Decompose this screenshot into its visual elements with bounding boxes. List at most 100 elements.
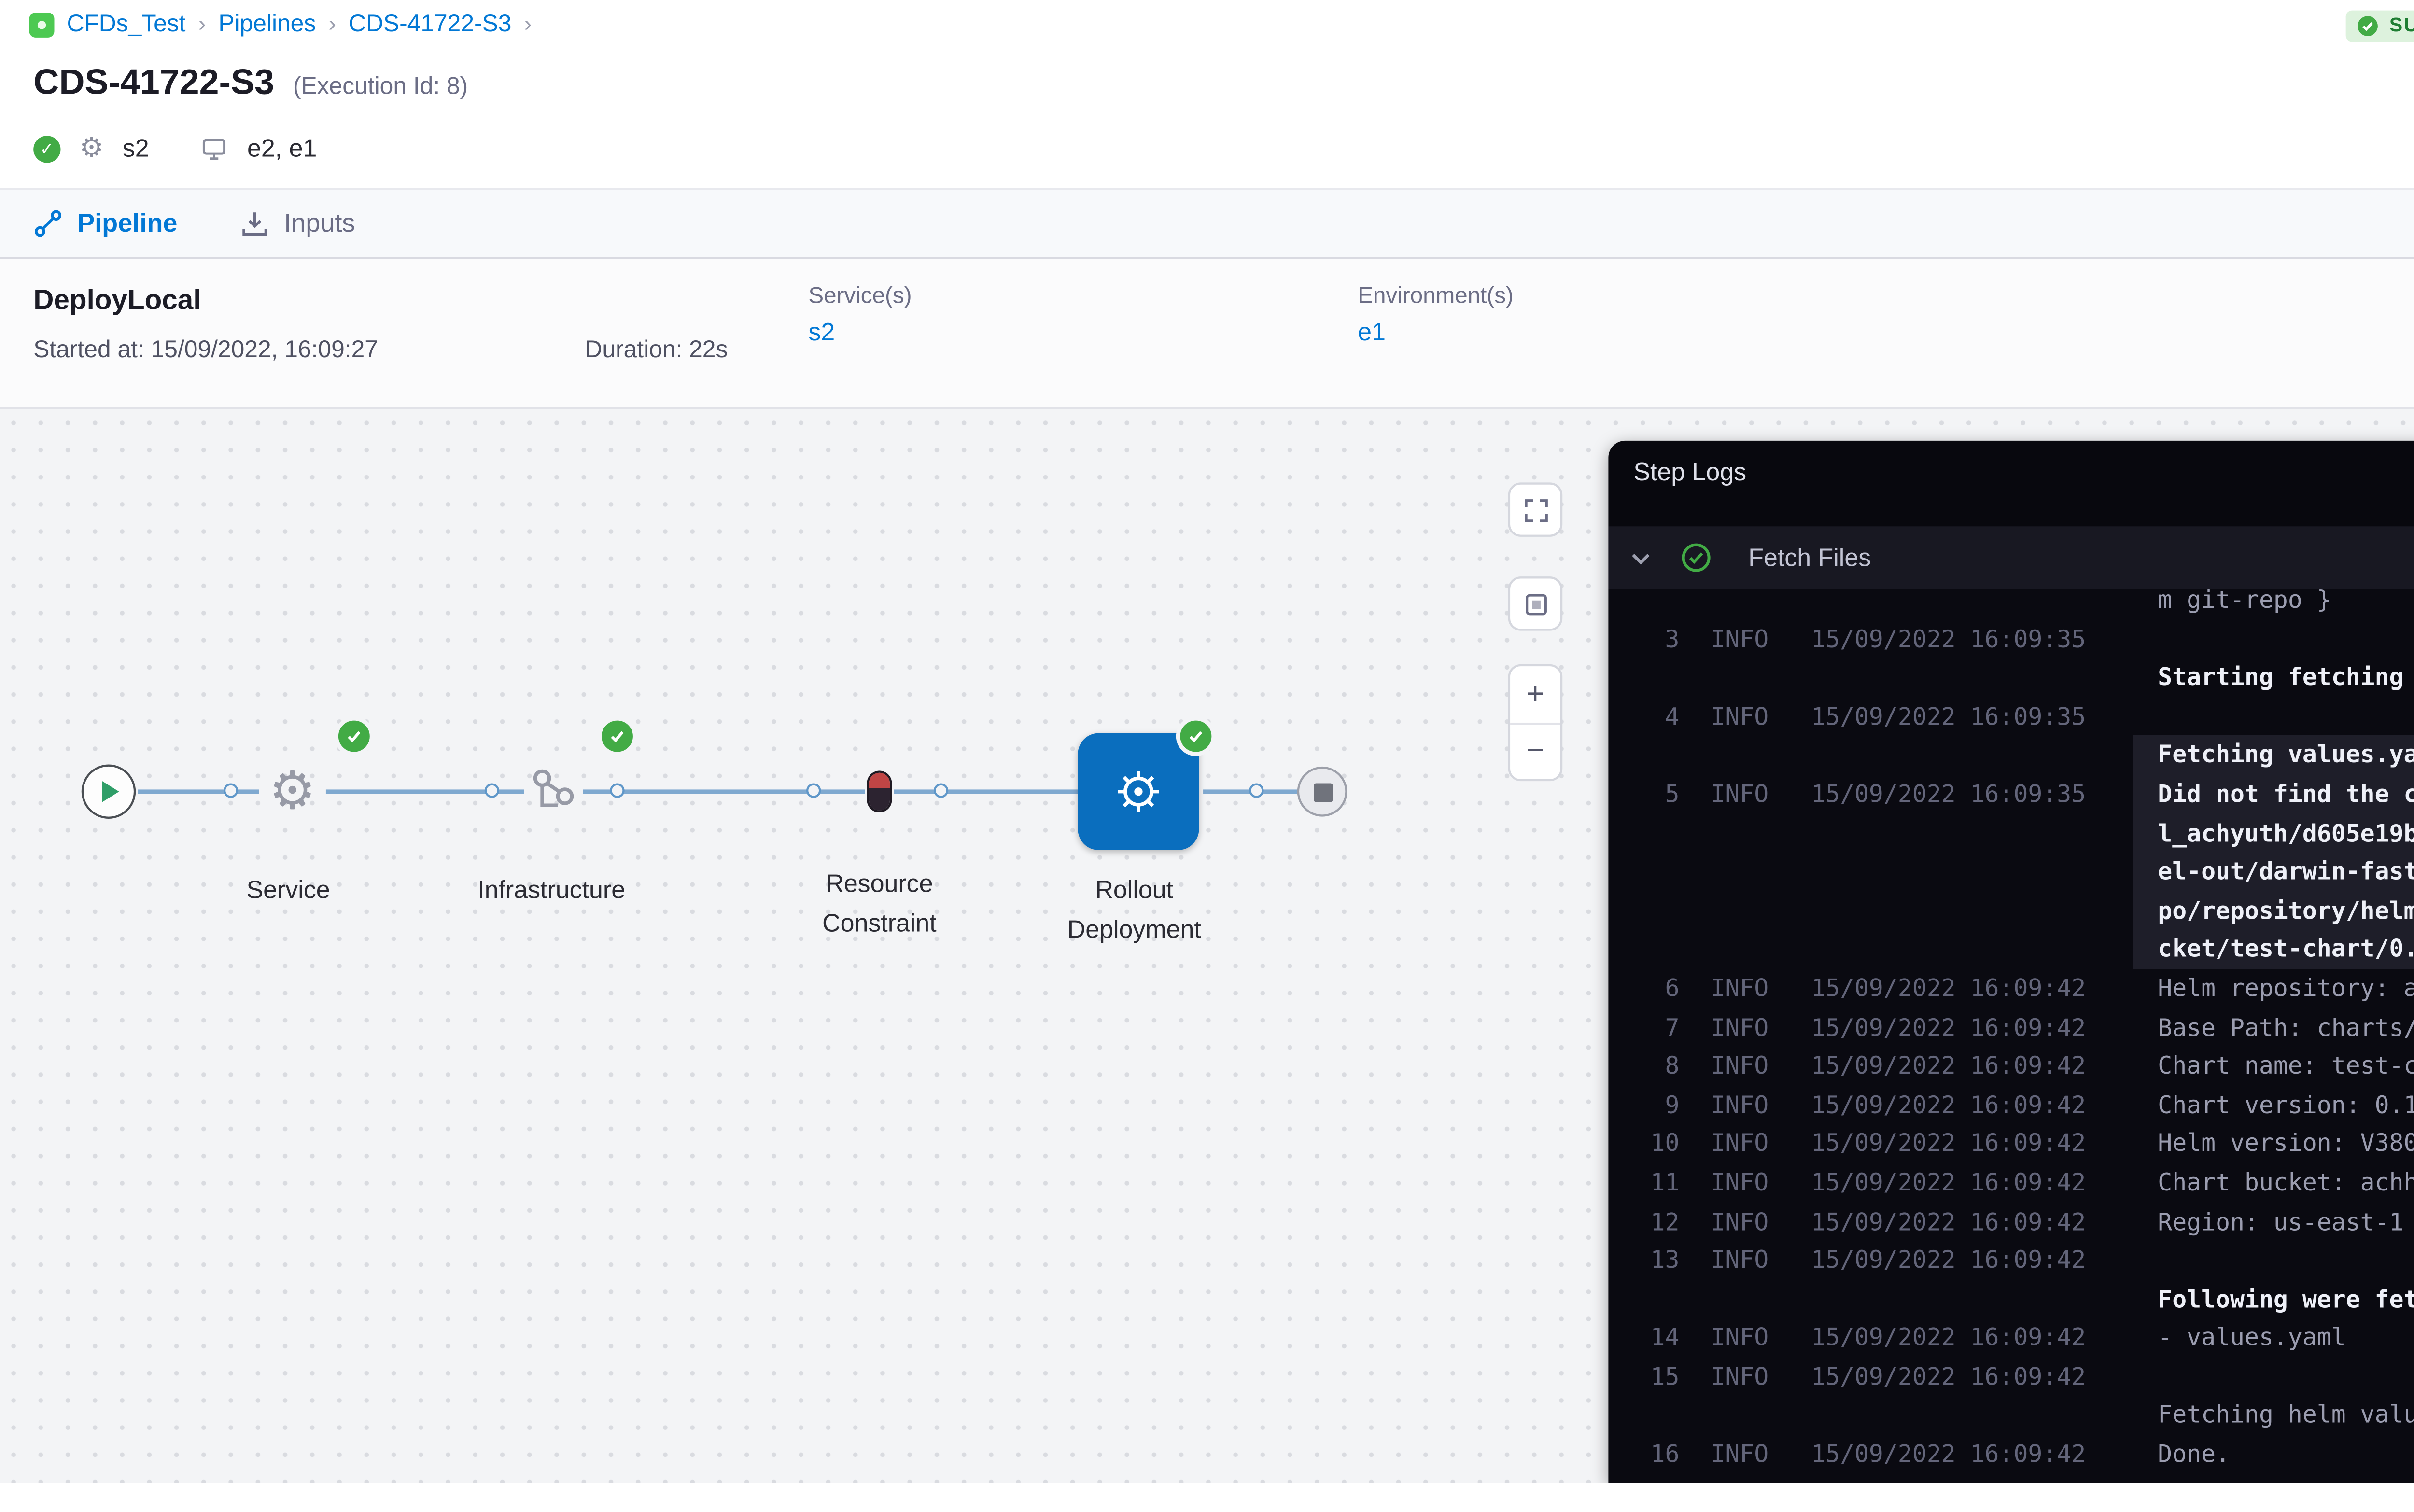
service-tag[interactable]: s2: [123, 134, 149, 163]
log-level: INFO: [1711, 697, 1786, 736]
expand-icon: [1522, 496, 1549, 523]
log-message: [2158, 697, 2414, 736]
tab-pipeline[interactable]: Pipeline: [33, 190, 177, 257]
check-icon: [345, 727, 364, 746]
log-message: [2158, 619, 2414, 658]
services-value[interactable]: s2: [808, 318, 1358, 347]
environments-value[interactable]: e1: [1358, 318, 1907, 347]
log-viewer[interactable]: m git-repo } 3 INFO 15/09/2022 16:09:35 …: [1608, 589, 2414, 1483]
environment-tags[interactable]: e2, e1: [247, 134, 317, 163]
service-node-label: Service: [173, 871, 403, 910]
stage-name[interactable]: DeployLocal: [33, 284, 808, 315]
start-node[interactable]: [82, 764, 136, 818]
check-circle-icon: [2356, 14, 2379, 37]
log-timestamp: 15/09/2022 16:09:42: [1811, 1124, 2124, 1163]
end-node[interactable]: [1297, 767, 1347, 817]
log-level: INFO: [1711, 1435, 1786, 1474]
log-line-number: [1638, 1396, 1680, 1435]
check-icon: [608, 727, 627, 746]
log-level: INFO: [1711, 1124, 1786, 1163]
log-timestamp: [1811, 1396, 2124, 1435]
edge-connector-dot: [224, 783, 238, 798]
infrastructure-step-node[interactable]: [524, 760, 583, 819]
edge-connector-dot: [934, 783, 948, 798]
log-line: Starting fetching Helm values: [1608, 658, 2414, 697]
log-line: 15 INFO 15/09/2022 16:09:42: [1608, 1358, 2414, 1396]
environment-icon: [201, 135, 228, 162]
inputs-icon: [240, 209, 269, 238]
step-row-fetch-files[interactable]: Fetch Files ↑ ↓ 9s: [1608, 526, 2414, 589]
log-level: INFO: [1711, 1086, 1786, 1124]
log-line-number: 9: [1638, 1086, 1680, 1124]
log-timestamp: 15/09/2022 16:09:42: [1811, 1202, 2124, 1241]
log-message: Base Path: charts/: [2158, 1008, 2414, 1047]
log-message: Fetching values.yaml from helm chart rep…: [2158, 736, 2414, 775]
log-level: [1711, 1396, 1786, 1435]
breadcrumb-project[interactable]: CFDs_Test: [67, 13, 185, 38]
log-lines: m git-repo } 3 INFO 15/09/2022 16:09:35 …: [1608, 589, 2414, 1474]
log-line-number: 11: [1638, 1163, 1680, 1202]
log-message: Helm repository: aws-qa-setup-modified: [2158, 969, 2414, 1008]
log-line: 16 INFO 15/09/2022 16:09:42 Done.: [1608, 1435, 2414, 1474]
log-timestamp: 15/09/2022 16:09:42: [1811, 969, 2124, 1008]
log-timestamp: 15/09/2022 16:09:42: [1811, 1163, 2124, 1202]
step-logs-title: Step Logs: [1633, 458, 1746, 487]
chevron-right-icon: ›: [524, 13, 532, 38]
tab-inputs[interactable]: Inputs: [240, 190, 355, 257]
log-line-number: 8: [1638, 1047, 1680, 1085]
log-line-number: 7: [1638, 1008, 1680, 1047]
log-line: Fetching values.yaml from helm chart rep…: [1608, 736, 2414, 775]
log-line: 14 INFO 15/09/2022 16:09:42 - values.yam…: [1608, 1318, 2414, 1357]
log-level: INFO: [1711, 1358, 1786, 1396]
log-level: INFO: [1711, 1047, 1786, 1085]
log-line: 12 INFO 15/09/2022 16:09:42 Region: us-e…: [1608, 1202, 2414, 1241]
check-icon: [1186, 727, 1205, 746]
log-timestamp: 15/09/2022 16:09:35: [1811, 775, 2124, 969]
log-timestamp: [1811, 589, 2124, 619]
log-level: [1711, 736, 1786, 775]
log-message: m git-repo }: [2158, 589, 2414, 619]
top-bar: CFDs_Test › Pipelines › CDS-41722-S3 › S…: [0, 0, 2414, 46]
breadcrumb-pipeline-name[interactable]: CDS-41722-S3: [349, 13, 511, 38]
zoom-out-button[interactable]: −: [1510, 724, 1560, 779]
log-message: Region: us-east-1: [2158, 1202, 2414, 1241]
log-level: INFO: [1711, 619, 1786, 658]
log-message: [2158, 1358, 2414, 1396]
gear-icon: ⚙: [269, 763, 316, 815]
service-step-node[interactable]: ⚙: [263, 760, 322, 819]
log-line-number: 5: [1638, 775, 1680, 969]
log-line: 6 INFO 15/09/2022 16:09:42 Helm reposito…: [1608, 969, 2414, 1008]
log-line: 11 INFO 15/09/2022 16:09:42 Chart bucket…: [1608, 1163, 2414, 1202]
breadcrumb: CFDs_Test › Pipelines › CDS-41722-S3 ›: [29, 13, 532, 38]
resource-constraint-node[interactable]: [869, 773, 890, 811]
log-timestamp: [1811, 736, 2124, 775]
canvas-layout-button[interactable]: [1508, 576, 1562, 630]
services-label: Service(s): [808, 284, 1358, 309]
environments-label: Environment(s): [1358, 284, 1907, 309]
log-message: Starting fetching Helm values: [2158, 658, 2414, 697]
canvas-expand-button[interactable]: [1508, 482, 1562, 536]
log-timestamp: 15/09/2022 16:09:42: [1811, 1008, 2124, 1047]
edge-connector-dot: [485, 783, 499, 798]
service-success-badge: [334, 716, 374, 756]
stage-summary: DeployLocal Started at: 15/09/2022, 16:0…: [0, 259, 2414, 409]
edge-connector-dot: [806, 783, 821, 798]
status-badge: SUCCESS: [2345, 9, 2414, 41]
log-line: 7 INFO 15/09/2022 16:09:42 Base Path: ch…: [1608, 1008, 2414, 1047]
rollout-node-label: Rollout Deployment: [1030, 871, 1239, 950]
infrastructure-success-badge: [597, 716, 637, 756]
log-timestamp: 15/09/2022 16:09:42: [1811, 1241, 2124, 1279]
pipeline-canvas[interactable]: ⚙ Service Infrastructure Resource Constr…: [0, 409, 2414, 1483]
log-message: - values.yaml: [2158, 1318, 2414, 1357]
rollout-deployment-node[interactable]: [1078, 733, 1199, 850]
log-level: [1711, 1280, 1786, 1318]
stop-icon: [1313, 782, 1332, 801]
execution-header: CDS-41722-S3 (Execution Id: 8): [0, 46, 2414, 104]
breadcrumb-pipelines[interactable]: Pipelines: [218, 13, 316, 38]
log-timestamp: [1811, 658, 2124, 697]
zoom-in-button[interactable]: +: [1510, 666, 1560, 722]
log-timestamp: 15/09/2022 16:09:42: [1811, 1318, 2124, 1357]
execution-meta: ✓ ⚙ s2 e2, e1 Admin: [0, 104, 2414, 171]
chevron-down-icon[interactable]: [1625, 542, 1656, 574]
log-timestamp: 15/09/2022 16:09:35: [1811, 697, 2124, 736]
